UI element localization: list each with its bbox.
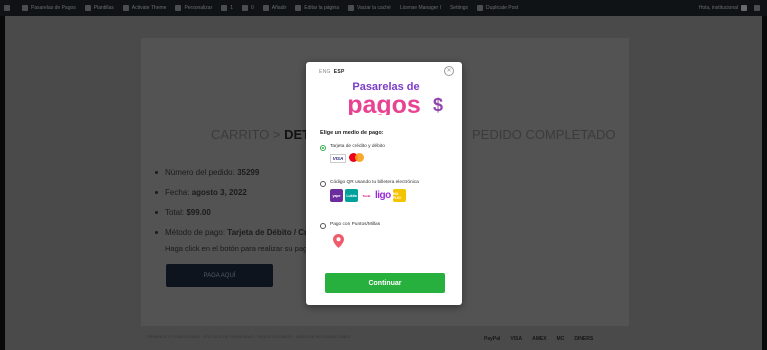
choose-method-label: Elige un medio de pago:: [320, 130, 384, 136]
pasarelas-de-pagos-logo: Pasarelas de pagos $: [347, 81, 443, 115]
continue-button[interactable]: Continuar: [325, 273, 445, 293]
lang-eng[interactable]: ENG: [319, 69, 331, 75]
option-qr-label: Código QR usando tu billetera electrónic…: [330, 180, 419, 185]
ligo-icon: ligo: [375, 190, 391, 201]
plin-icon: MO PLIN: [392, 189, 406, 202]
option-points-label: Pago con Puntos/Millas: [330, 222, 381, 227]
radio-qr[interactable]: [320, 181, 326, 187]
screenshot-root: Pasarelas de Pagos Plantillas Activate T…: [0, 0, 767, 350]
dollar-sign-icon: $: [433, 95, 443, 115]
logo-line2: pagos: [347, 91, 421, 115]
location-pin-icon: [333, 234, 344, 248]
tunki-icon: Tunki: [360, 189, 373, 202]
option-qr[interactable]: Código QR usando tu billetera electrónic…: [320, 180, 419, 187]
yape-icon: yape: [330, 189, 343, 202]
option-card[interactable]: Tarjeta de crédito y débito: [320, 144, 385, 151]
visa-icon: VISA: [330, 154, 346, 163]
radio-card[interactable]: [320, 145, 326, 151]
language-switch: ENG ESP: [319, 69, 345, 75]
option-card-label: Tarjeta de crédito y débito: [330, 144, 385, 149]
option-points[interactable]: Pago con Puntos/Millas: [320, 222, 380, 229]
close-icon[interactable]: ✕: [444, 66, 454, 76]
card-brands: VISA: [330, 153, 365, 164]
qr-wallets: yape Lukita Tunki ligo MO PLIN: [330, 189, 408, 202]
lang-esp[interactable]: ESP: [334, 69, 345, 75]
payment-modal: ENG ESP ✕ Pasarelas de pagos $ Elige un m…: [306, 62, 462, 305]
lukita-icon: Lukita: [345, 189, 358, 202]
radio-points[interactable]: [320, 223, 326, 229]
mastercard-icon: [349, 153, 365, 164]
